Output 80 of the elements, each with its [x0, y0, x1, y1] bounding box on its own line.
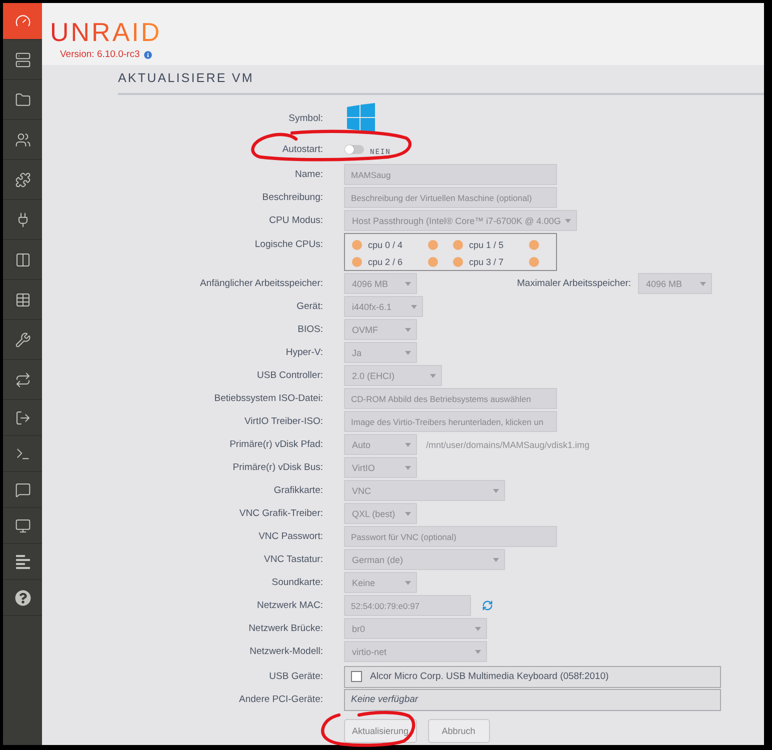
field-label: Netzwerk MAC: — [256, 600, 323, 611]
autostart-toggle[interactable] — [345, 144, 364, 154]
refresh-icon[interactable] — [482, 600, 493, 611]
field-label: VNC Grafik-Treiber: — [238, 508, 323, 519]
logout-icon — [14, 410, 30, 426]
sidebar-item[interactable] — [3, 3, 42, 40]
caret-icon — [493, 488, 499, 492]
field-label: Andere PCI-Geräte: — [238, 694, 323, 705]
cancel-button[interactable]: Abbruch — [428, 719, 490, 743]
field-label: Symbol: — [288, 112, 323, 124]
windows-logo-icon — [347, 103, 375, 133]
field-label: CPU Modus: — [268, 215, 323, 226]
repeat-icon — [14, 372, 30, 388]
caret-icon — [564, 218, 571, 222]
cpu-label: cpu 3 / 7 — [469, 256, 505, 266]
field-label: Maximaler Arbeitsspeicher: — [517, 278, 630, 289]
cpu-dot-icon — [352, 256, 362, 266]
help-icon — [14, 590, 30, 606]
field-label: USB Controller: — [256, 370, 323, 381]
server-icon — [14, 52, 30, 68]
field-label: Soundkarte: — [270, 577, 323, 588]
gauge-icon — [14, 13, 30, 29]
caret-icon — [405, 580, 411, 584]
field-label: Name: — [294, 169, 323, 180]
field-label: Betiebssystem ISO-Datei: — [213, 393, 323, 404]
field-label: Grafikkarte: — [272, 485, 323, 496]
checkbox[interactable] — [351, 671, 362, 682]
table-icon — [14, 292, 30, 308]
caret-icon — [475, 626, 481, 630]
caret-icon — [411, 304, 417, 308]
usb-device-label: Alcor Micro Corp. USB Multimedia Keyboard (058f:2010) — [370, 671, 609, 682]
field-label: Logische CPUs: — [254, 238, 323, 250]
caret-icon — [430, 374, 436, 378]
field-label: VirtIO Treiber-ISO: — [244, 416, 323, 427]
field-label: Primäre(r) vDisk Pfad: — [228, 439, 323, 450]
folder-icon — [14, 92, 30, 108]
field-label: VNC Passwort: — [258, 531, 323, 542]
cpu-dot-icon — [529, 256, 539, 266]
cpu-dot-icon — [428, 256, 438, 266]
field-label: Beschreibung: — [261, 192, 323, 203]
lines-icon — [14, 554, 30, 570]
caret-icon — [405, 442, 411, 446]
cpu-dot-icon — [453, 256, 463, 266]
update-button[interactable]: Aktualisierung — [344, 719, 417, 743]
cpu-label: cpu 0 / 4 — [368, 240, 404, 250]
field-label: VNC Tastatur: — [263, 554, 323, 565]
field-label: Primäre(r) vDisk Bus: — [232, 462, 323, 473]
caret-icon — [405, 512, 411, 516]
field-label: Netzwerk-Modell: — [248, 646, 323, 657]
cpu-label: cpu 1 / 5 — [469, 240, 505, 250]
field-label: Hyper-V: — [284, 347, 323, 358]
cpu-dot-icon — [453, 240, 463, 250]
field-label: Autostart: — [281, 144, 323, 154]
field-label: Netzwerk Brücke: — [248, 623, 323, 634]
cpu-dot-icon — [529, 240, 539, 250]
field-label: Gerät: — [296, 301, 323, 312]
caret-icon — [405, 282, 411, 286]
cpu-dot-icon — [428, 240, 438, 250]
caret-icon — [405, 466, 411, 470]
field-label: Anfänglicher Arbeitsspeicher: — [198, 278, 323, 289]
columns-icon — [14, 252, 30, 268]
field-label: BIOS: — [296, 324, 323, 335]
monitor-icon — [14, 518, 30, 534]
caret-icon — [700, 282, 706, 286]
message-icon — [14, 482, 30, 498]
users-icon — [14, 132, 30, 148]
puzzle-icon — [14, 172, 30, 188]
field-label: USB Geräte: — [268, 671, 323, 682]
cpu-dot-icon — [352, 240, 362, 250]
caret-icon — [475, 650, 481, 654]
empty-note-text: Keine verfügbar — [351, 694, 418, 705]
wrench-icon — [14, 332, 30, 348]
info-icon[interactable] — [144, 50, 152, 58]
caret-icon — [405, 350, 411, 354]
disk-path-text: /mnt/user/domains/MAMSaug/vdisk1.img — [426, 440, 590, 450]
page-title: AKTUALISIERE VM — [118, 65, 764, 95]
caret-icon — [405, 328, 411, 332]
caret-icon — [493, 558, 499, 562]
version-text: Version: 6.10.0-rc3 — [60, 49, 140, 60]
cpu-label: cpu 2 / 6 — [368, 256, 404, 266]
